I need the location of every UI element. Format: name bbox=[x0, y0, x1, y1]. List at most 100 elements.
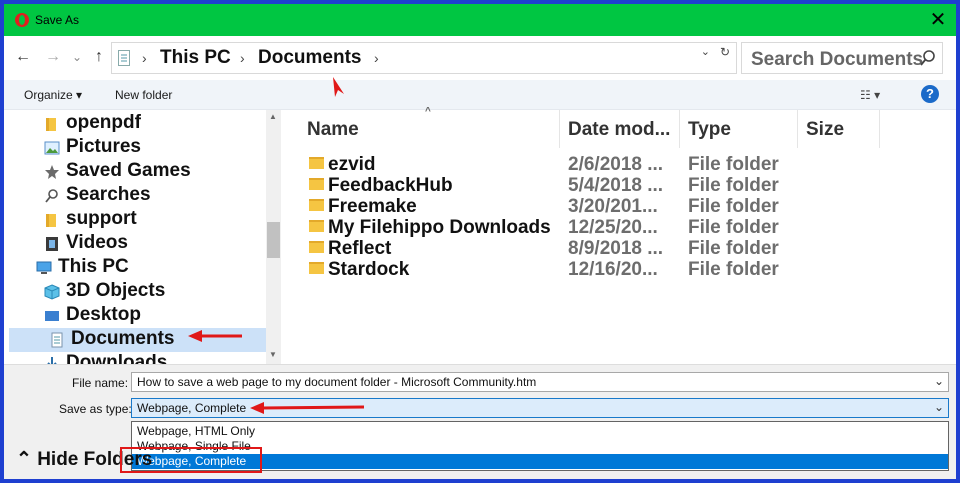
breadcrumb-documents[interactable]: Documents bbox=[258, 47, 361, 69]
sidebar-item-label: 3D Objects bbox=[66, 280, 166, 301]
search-icon bbox=[920, 50, 935, 66]
file-type: File folder bbox=[688, 217, 779, 238]
sidebar-item-label: This PC bbox=[58, 256, 129, 277]
save-as-dialog: Save As ✕ ← → ⌄ ↑ › This PC › Documents … bbox=[0, 0, 960, 483]
file-type: File folder bbox=[688, 154, 779, 175]
file-type: File folder bbox=[688, 238, 779, 259]
file-date: 12/25/20... bbox=[568, 217, 658, 238]
scroll-down-icon[interactable]: ▼ bbox=[269, 350, 277, 359]
sidebar-item-label: Videos bbox=[66, 232, 128, 253]
command-bar: Organize ▾ New folder ☷ ▾ ? bbox=[4, 80, 956, 110]
search-input[interactable]: Search Documents bbox=[751, 49, 923, 71]
column-header-label: Name bbox=[307, 119, 359, 140]
file-name: ezvid bbox=[328, 154, 376, 175]
file-date: 3/20/201... bbox=[568, 196, 658, 217]
sidebar-item-label: Desktop bbox=[66, 304, 141, 325]
scroll-up-icon[interactable]: ▲ bbox=[269, 112, 277, 121]
annotation-arrow-icon bbox=[333, 77, 344, 97]
folder-icon bbox=[309, 241, 324, 253]
help-icon[interactable]: ? bbox=[921, 85, 939, 103]
annotation-arrow-icon bbox=[250, 402, 365, 414]
option-html-only[interactable]: Webpage, HTML Only bbox=[132, 424, 948, 439]
computer-icon bbox=[36, 261, 52, 274]
folder-icon bbox=[309, 199, 324, 211]
cube-icon bbox=[44, 284, 60, 300]
column-header-date[interactable]: Date mod... bbox=[560, 110, 680, 148]
breadcrumb-this-pc[interactable]: This PC bbox=[160, 47, 231, 69]
file-name: FeedbackHub bbox=[328, 175, 453, 196]
file-type: File folder bbox=[688, 175, 779, 196]
sidebar-item-label: Documents bbox=[71, 328, 175, 349]
breadcrumb-separator: › bbox=[240, 50, 245, 66]
file-row[interactable]: Reflect 8/9/2018 ... File folder bbox=[287, 238, 887, 259]
sidebar-item-label: Searches bbox=[66, 184, 151, 205]
column-header-label: Type bbox=[688, 119, 731, 140]
file-date: 5/4/2018 ... bbox=[568, 175, 664, 196]
documents-location-icon bbox=[118, 50, 130, 66]
sidebar-scrollbar[interactable]: ▲ ▼ bbox=[266, 110, 281, 364]
documents-icon bbox=[51, 332, 63, 348]
file-list: ^ Name Date mod... Type Size ezvid 2/6/2… bbox=[287, 106, 956, 364]
file-name: Freemake bbox=[328, 196, 417, 217]
file-row[interactable]: Stardock 12/16/20... File folder bbox=[287, 259, 887, 280]
navigation-bar: ← → ⌄ ↑ › This PC › Documents › ⌄ ↻ Sear… bbox=[4, 36, 956, 80]
file-name: Reflect bbox=[328, 238, 392, 259]
save-as-type-value[interactable]: Webpage, Complete bbox=[137, 401, 246, 415]
up-arrow-icon[interactable]: ↑ bbox=[88, 46, 110, 68]
refresh-icon[interactable]: ↻ bbox=[720, 45, 730, 59]
file-name: Stardock bbox=[328, 259, 410, 280]
column-header-size[interactable]: Size bbox=[798, 110, 880, 148]
title-bar: Save As ✕ bbox=[4, 4, 956, 36]
opera-icon bbox=[15, 13, 29, 27]
downloads-icon bbox=[47, 357, 57, 364]
folder-icon bbox=[46, 214, 56, 227]
file-date: 12/16/20... bbox=[568, 259, 658, 280]
column-header-label: Date mod... bbox=[568, 119, 671, 140]
column-header-type[interactable]: Type bbox=[680, 110, 798, 148]
file-name-label: File name: bbox=[72, 376, 129, 390]
sidebar-item-label: openpdf bbox=[66, 112, 141, 133]
window-title: Save As bbox=[35, 13, 80, 27]
navigation-pane: openpdf Pictures Saved Games Searches su… bbox=[4, 110, 266, 364]
address-bar[interactable]: › This PC › Documents › ⌄ ↻ bbox=[111, 42, 737, 74]
file-type: File folder bbox=[688, 196, 779, 217]
saved-games-icon bbox=[45, 165, 59, 179]
file-name-value[interactable]: How to save a web page to my document fo… bbox=[137, 375, 536, 389]
recent-locations-icon[interactable]: ⌄ bbox=[66, 46, 88, 68]
scrollbar-thumb[interactable] bbox=[267, 222, 280, 258]
annotation-highlight-box bbox=[120, 447, 262, 473]
file-row[interactable]: ezvid 2/6/2018 ... File folder bbox=[287, 154, 887, 175]
file-row[interactable]: My Filehippo Downloads 12/25/20... File … bbox=[287, 217, 887, 238]
breadcrumb-separator[interactable]: › bbox=[374, 50, 379, 66]
desktop-icon bbox=[45, 311, 59, 321]
file-name-field[interactable]: How to save a web page to my document fo… bbox=[131, 372, 949, 392]
sidebar-item-label: Downloads bbox=[66, 352, 168, 364]
column-header-name[interactable]: ^ Name bbox=[287, 106, 560, 148]
new-folder-button[interactable]: New folder bbox=[115, 88, 172, 102]
sidebar-item-label: Saved Games bbox=[66, 160, 191, 181]
folder-icon bbox=[309, 262, 324, 274]
save-as-type-label: Save as type: bbox=[59, 402, 132, 416]
file-date: 2/6/2018 ... bbox=[568, 154, 664, 175]
file-name: My Filehippo Downloads bbox=[328, 217, 551, 238]
sidebar-item-label: Pictures bbox=[66, 136, 141, 157]
address-dropdown-icon[interactable]: ⌄ bbox=[701, 45, 710, 58]
pictures-icon bbox=[44, 141, 60, 155]
search-box[interactable]: Search Documents bbox=[741, 42, 943, 74]
view-options-button[interactable]: ☷ ▾ bbox=[860, 88, 880, 102]
sidebar-item-label: support bbox=[66, 208, 137, 229]
file-row[interactable]: Freemake 3/20/201... File folder bbox=[287, 196, 887, 217]
file-date: 8/9/2018 ... bbox=[568, 238, 664, 259]
organize-button[interactable]: Organize ▾ bbox=[24, 88, 82, 102]
chevron-down-icon[interactable]: ⌄ bbox=[934, 400, 944, 414]
file-type: File folder bbox=[688, 259, 779, 280]
column-header-label: Size bbox=[806, 119, 845, 140]
breadcrumb-separator: › bbox=[142, 50, 147, 66]
close-icon[interactable]: ✕ bbox=[926, 8, 950, 32]
folder-icon bbox=[309, 178, 324, 190]
forward-arrow-icon[interactable]: → bbox=[42, 46, 64, 68]
back-arrow-icon[interactable]: ← bbox=[12, 46, 34, 68]
chevron-down-icon[interactable]: ⌄ bbox=[934, 374, 944, 388]
search-icon bbox=[45, 189, 58, 203]
file-row[interactable]: FeedbackHub 5/4/2018 ... File folder bbox=[287, 175, 887, 196]
